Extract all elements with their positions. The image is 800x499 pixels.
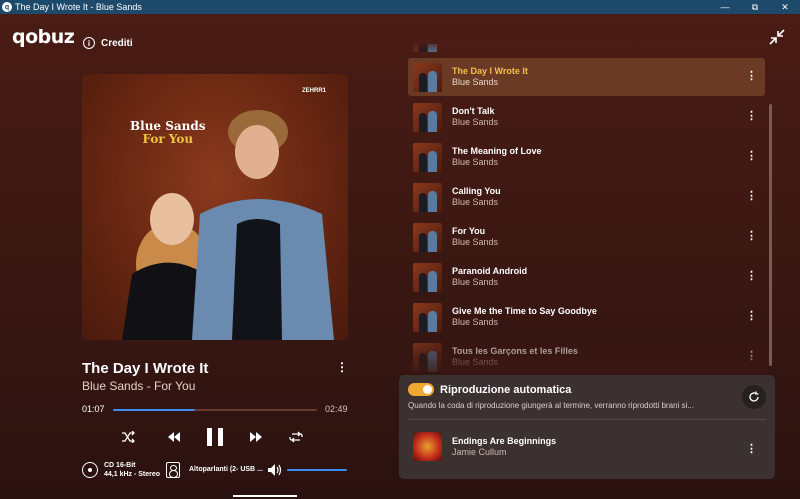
credits-label: Crediti [101, 37, 133, 49]
cover-artist: Blue Sands [130, 119, 206, 133]
queue-item-thumbnail [413, 142, 442, 172]
volume-slider[interactable] [287, 469, 347, 471]
queue-item-artist: Blue Sands [452, 237, 499, 247]
speaker-device-icon[interactable] [166, 462, 180, 478]
autoplay-panel: Riproduzione automatica Quando la coda d… [399, 375, 775, 479]
maximize-button[interactable]: ⧉ [740, 0, 770, 14]
playback-controls [115, 425, 305, 449]
output-device-label[interactable]: Altoparlanti (2- USB ... [189, 466, 263, 473]
queue-item-more-icon[interactable]: ⋮ [746, 269, 757, 282]
queue-item-artist: Blue Sands [452, 357, 499, 367]
queue-item-more-icon[interactable]: ⋮ [746, 69, 757, 82]
queue-item-title: Calling You [452, 186, 501, 196]
minimize-button[interactable]: — [710, 0, 740, 14]
queue-item-artist: Blue Sands [452, 277, 499, 287]
cover-artwork [122, 110, 334, 340]
cover-label-logo: ZEHRR1 [301, 88, 326, 94]
more-options-icon[interactable]: ⋮ [336, 360, 348, 374]
queue-item-thumbnail [413, 102, 442, 132]
autoplay-track-title: Endings Are Beginnings [452, 435, 557, 446]
audio-quality[interactable]: CD 16-Bit 44,1 kHz - Stereo [82, 461, 160, 479]
queue-item-title: Paranoid Android [452, 266, 528, 276]
queue-item-title: Give Me the Time to Say Goodbye [452, 306, 597, 316]
queue-scrollbar[interactable] [769, 104, 772, 366]
total-time: 02:49 [325, 404, 348, 414]
queue-item-artist: Blue Sands [452, 117, 499, 127]
seek-bar-fill [113, 409, 195, 411]
queue-item-thumbnail [413, 182, 442, 212]
window-titlebar: q The Day I Wrote It - Blue Sands — ⧉ ✕ [0, 0, 800, 14]
close-button[interactable]: ✕ [770, 0, 800, 14]
autoplay-track-thumbnail [413, 432, 442, 461]
queue-item-thumbnail [413, 222, 442, 252]
info-icon: i [83, 37, 95, 49]
window-title: The Day I Wrote It - Blue Sands [15, 2, 142, 12]
bottom-indicator [233, 495, 297, 497]
queue-item[interactable]: Don't Talk Blue Sands ⋮ [408, 98, 765, 136]
autoplay-description: Quando la coda di riproduzione giungerà … [408, 401, 694, 410]
queue-item-artist: Blue Sands [452, 77, 499, 87]
play-queue: The Day I Wrote It Blue Sands ⋮ Don't Talk B… [408, 44, 766, 372]
queue-item-more-icon[interactable]: ⋮ [746, 229, 757, 242]
queue-item-thumbnail [413, 62, 442, 92]
refresh-button[interactable] [742, 385, 766, 409]
pause-icon[interactable] [200, 425, 230, 449]
queue-item-more-icon[interactable]: ⋮ [746, 309, 757, 322]
autoplay-more-icon[interactable]: ⋮ [746, 442, 757, 455]
autoplay-divider [408, 419, 766, 420]
shuffle-icon[interactable] [115, 425, 141, 449]
queue-item-more-icon[interactable]: ⋮ [746, 349, 757, 362]
autoplay-toggle[interactable] [408, 383, 434, 396]
queue-item[interactable]: Paranoid Android Blue Sands ⋮ [408, 258, 765, 296]
cover-album: For You [142, 132, 194, 146]
queue-item-partial[interactable] [408, 44, 765, 56]
queue-item-thumbnail [413, 44, 442, 52]
queue-item-artist: Blue Sands [452, 197, 499, 207]
refresh-icon [749, 391, 759, 402]
quality-details: 44,1 kHz - Stereo [104, 471, 161, 478]
track-title[interactable]: The Day I Wrote It [82, 360, 208, 377]
cover-title: Blue Sands For You [130, 120, 206, 146]
autoplay-track[interactable]: Endings Are Beginnings Jamie Cullum [413, 432, 556, 461]
queue-item-title: For You [452, 226, 486, 236]
queue-item-thumbnail [413, 342, 442, 372]
queue-item-artist: Blue Sands [452, 317, 499, 327]
qobuz-app-icon: q [2, 2, 12, 12]
queue-item[interactable]: The Meaning of Love Blue Sands ⋮ [408, 138, 765, 176]
seek-bar[interactable] [113, 409, 317, 411]
autoplay-title: Riproduzione automatica [440, 384, 572, 396]
queue-item-title: Don't Talk [452, 106, 495, 116]
queue-item-more-icon[interactable]: ⋮ [746, 189, 757, 202]
queue-item-more-icon[interactable]: ⋮ [746, 149, 757, 162]
queue-item[interactable]: Calling You Blue Sands ⋮ [408, 178, 765, 216]
queue-item[interactable]: Tous les Garçons et les Filles Blue Sands… [408, 338, 765, 372]
volume-icon[interactable] [267, 463, 283, 477]
queue-item-title: The Meaning of Love [452, 146, 542, 156]
queue-item-title: Tous les Garçons et les Filles [452, 346, 578, 356]
queue-item-thumbnail [413, 262, 442, 292]
album-cover: Blue Sands For You ZEHRR1 [82, 74, 348, 340]
quality-format: CD 16-Bit [104, 462, 136, 469]
queue-item-artist: Blue Sands [452, 157, 499, 167]
autoplay-track-artist: Jamie Cullum [452, 446, 507, 457]
repeat-icon[interactable] [283, 425, 309, 449]
current-time: 01:07 [82, 404, 105, 414]
queue-item-thumbnail [413, 302, 442, 332]
cd-icon [82, 462, 98, 478]
collapse-icon[interactable] [768, 28, 786, 46]
queue-item-title: The Day I Wrote It [452, 66, 528, 76]
queue-item[interactable]: The Day I Wrote It Blue Sands ⋮ [408, 58, 765, 96]
next-icon[interactable] [243, 425, 269, 449]
queue-item-more-icon[interactable]: ⋮ [746, 109, 757, 122]
qobuz-logo[interactable]: qobuz [12, 26, 75, 48]
credits-button[interactable]: i Crediti [83, 37, 133, 49]
track-artist-album[interactable]: Blue Sands - For You [82, 379, 195, 393]
previous-icon[interactable] [161, 425, 187, 449]
queue-item[interactable]: For You Blue Sands ⋮ [408, 218, 765, 256]
queue-item[interactable]: Give Me the Time to Say Goodbye Blue Sand… [408, 298, 765, 336]
